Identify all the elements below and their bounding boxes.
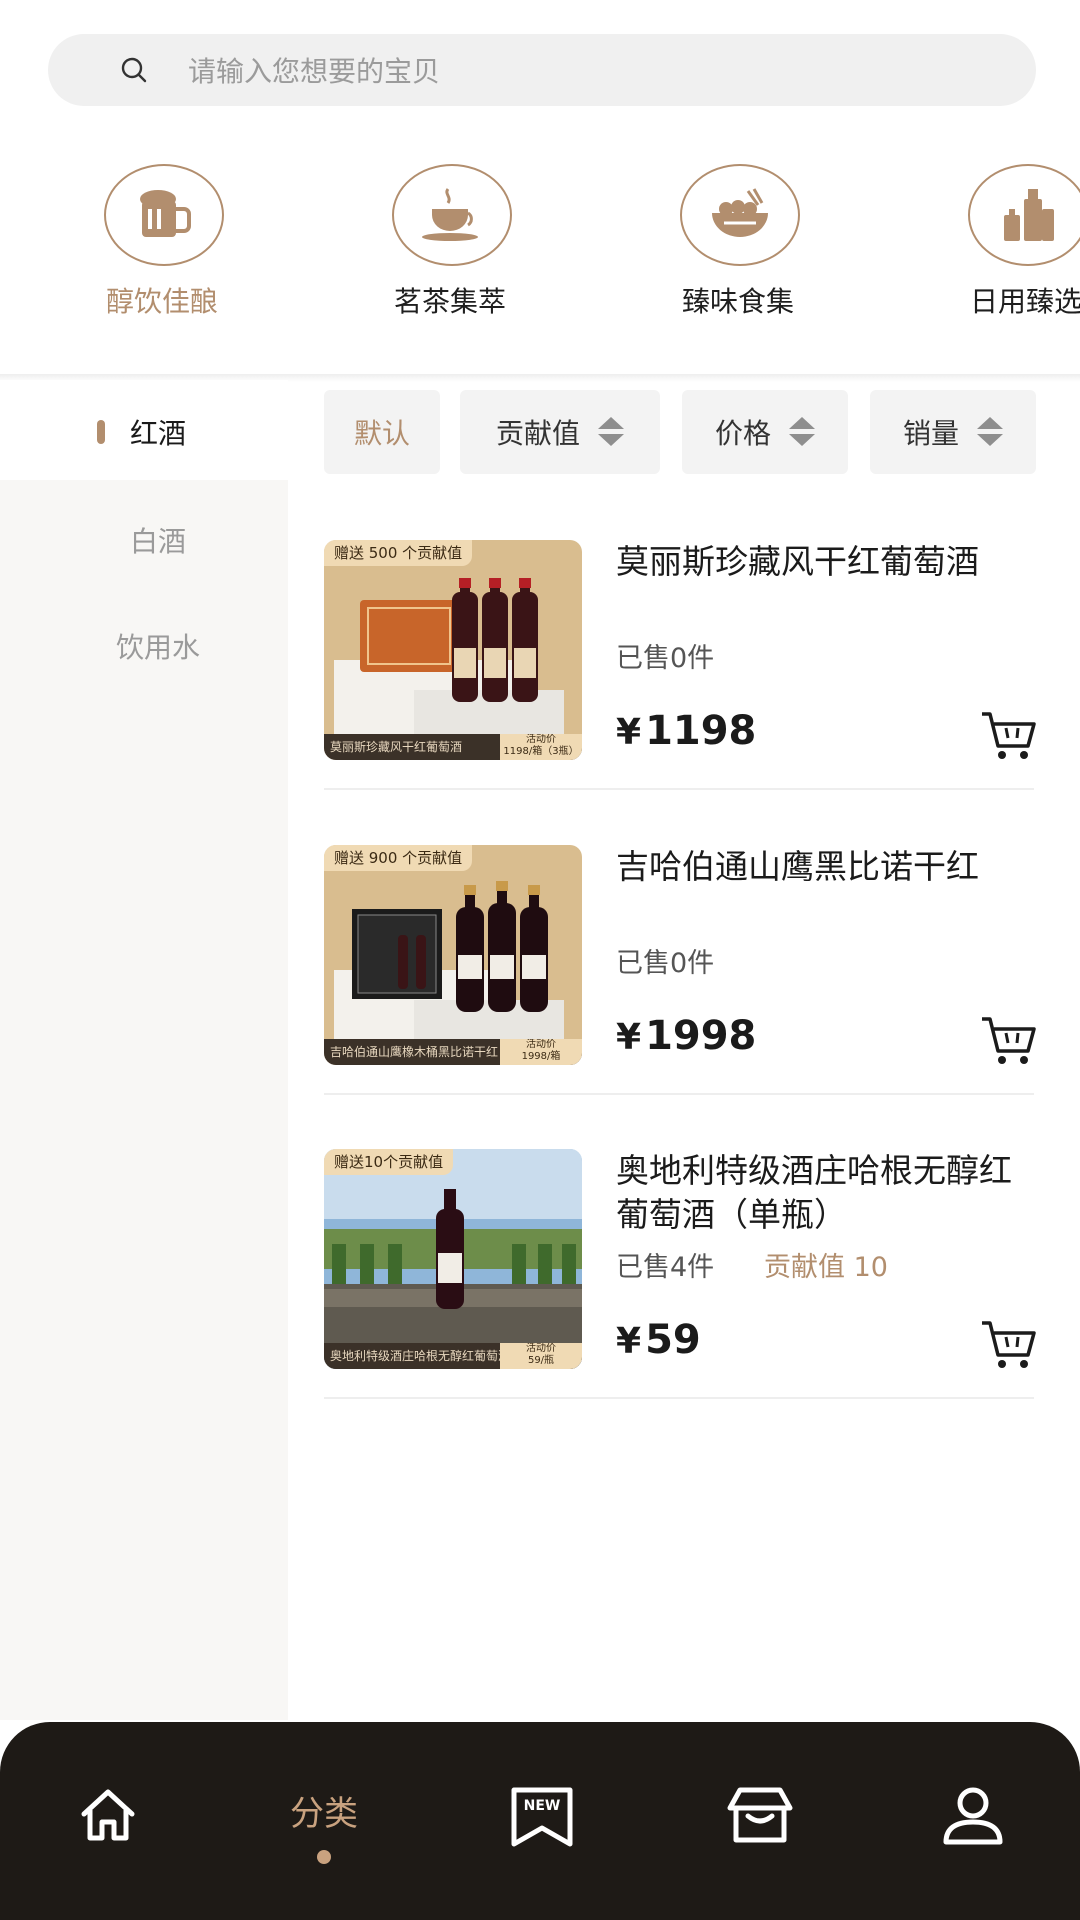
search-bar[interactable] bbox=[48, 34, 1036, 108]
nav-label: 分类 bbox=[290, 1794, 358, 1834]
sort-arrows-icon bbox=[789, 417, 815, 447]
add-to-cart-icon[interactable] bbox=[980, 710, 1036, 762]
product-price: ¥1198 bbox=[616, 708, 756, 754]
product-image[interactable]: 赠送 500 个贡献值 莫丽斯珍藏风干红葡萄酒 活动价 1198/箱（3瓶） bbox=[324, 540, 582, 760]
product-title[interactable]: 奥地利特级酒庄哈根无醇红葡萄酒（单瓶） bbox=[616, 1149, 1026, 1237]
category-row: 醇饮佳酿 茗茶集萃 臻味食集 日用臻选 bbox=[0, 160, 1080, 370]
contribution-value: 贡献值 10 bbox=[764, 1252, 888, 1283]
product-price: ¥59 bbox=[616, 1317, 701, 1363]
image-footer-name: 奥地利特级酒庄哈根无醇红葡萄酒 bbox=[330, 1349, 500, 1363]
category-food[interactable]: 臻味食集 bbox=[628, 160, 848, 330]
image-footer: 吉哈伯通山鹰橡木桶黑比诺干红 活动价 1998/箱 bbox=[324, 1039, 582, 1065]
sold-count: 已售0件 bbox=[616, 948, 715, 979]
currency-symbol: ¥ bbox=[616, 1017, 642, 1058]
price-badge: 活动价 1998/箱 bbox=[500, 1039, 582, 1065]
product-card[interactable]: 赠送 900 个贡献值 吉哈伯通山鹰橡木桶黑比诺干红 活动价 1998/箱 吉哈… bbox=[324, 845, 1036, 1105]
nav-shop[interactable] bbox=[686, 1722, 826, 1920]
bottles-icon bbox=[968, 164, 1080, 266]
product-title[interactable]: 吉哈伯通山鹰黑比诺干红 bbox=[616, 845, 1026, 889]
category-drinks[interactable]: 醇饮佳酿 bbox=[52, 160, 272, 330]
nav-profile[interactable] bbox=[902, 1722, 1042, 1920]
home-icon bbox=[81, 1789, 135, 1841]
teacup-icon bbox=[392, 164, 512, 266]
category-daily[interactable]: 日用臻选 bbox=[916, 160, 1080, 330]
sort-label: 默认 bbox=[353, 417, 410, 450]
price-badge-top: 活动价 bbox=[526, 1039, 556, 1050]
user-icon bbox=[943, 1787, 1003, 1845]
price-value: 59 bbox=[645, 1317, 701, 1363]
active-dot bbox=[317, 1850, 331, 1864]
new-badge-text: NEW bbox=[524, 1798, 561, 1814]
search-icon bbox=[121, 57, 147, 83]
category-label: 日用臻选 bbox=[969, 285, 1080, 318]
sidebar-item-label: 饮用水 bbox=[115, 631, 200, 664]
store-icon bbox=[727, 1787, 793, 1843]
image-footer-name: 莫丽斯珍藏风干红葡萄酒 bbox=[330, 740, 463, 754]
sort-price[interactable]: 价格 bbox=[682, 390, 848, 474]
sidebar-item-label: 红酒 bbox=[129, 417, 186, 450]
category-label: 臻味食集 bbox=[681, 285, 794, 318]
contribution-tag: 赠送10个贡献值 bbox=[324, 1149, 454, 1175]
contribution-tag: 赠送 500 个贡献值 bbox=[324, 540, 473, 566]
price-value: 1198 bbox=[645, 708, 757, 754]
sidebar-item-label: 白酒 bbox=[129, 525, 186, 558]
sold-count: 已售0件 bbox=[616, 643, 715, 674]
price-badge: 活动价 1198/箱（3瓶） bbox=[500, 734, 582, 760]
price-badge-bottom: 59/瓶 bbox=[527, 1355, 555, 1366]
price-badge: 活动价 59/瓶 bbox=[500, 1343, 582, 1369]
nav-home[interactable] bbox=[38, 1722, 178, 1920]
sidebar-item-red-wine[interactable]: 红酒 bbox=[0, 380, 288, 480]
sort-arrows-icon bbox=[598, 417, 624, 447]
product-title[interactable]: 莫丽斯珍藏风干红葡萄酒 bbox=[616, 540, 1026, 584]
sort-arrows-icon bbox=[977, 417, 1003, 447]
category-tea[interactable]: 茗茶集萃 bbox=[340, 160, 560, 330]
image-footer-name: 吉哈伯通山鹰橡木桶黑比诺干红 bbox=[330, 1045, 499, 1059]
price-value: 1998 bbox=[645, 1013, 757, 1059]
food-bowl-icon bbox=[680, 164, 800, 266]
product-image[interactable]: 赠送 900 个贡献值 吉哈伯通山鹰橡木桶黑比诺干红 活动价 1998/箱 bbox=[324, 845, 582, 1065]
add-to-cart-icon[interactable] bbox=[980, 1015, 1036, 1067]
sub-category-sidebar: 红酒 白酒 饮用水 bbox=[0, 380, 288, 1720]
category-label: 茗茶集萃 bbox=[393, 285, 506, 318]
sold-count: 已售4件 bbox=[616, 1252, 715, 1283]
nav-new[interactable]: NEW bbox=[470, 1722, 610, 1920]
divider bbox=[324, 788, 1034, 790]
contribution-tag: 赠送 900 个贡献值 bbox=[324, 845, 473, 871]
price-badge-top: 活动价 bbox=[526, 734, 556, 745]
sort-sales[interactable]: 销量 bbox=[870, 390, 1036, 474]
sort-default[interactable]: 默认 bbox=[324, 390, 440, 474]
sidebar-item-baijiu[interactable]: 白酒 bbox=[0, 488, 288, 588]
category-label: 醇饮佳酿 bbox=[105, 285, 218, 318]
price-badge-top: 活动价 bbox=[526, 1343, 556, 1354]
divider bbox=[324, 1397, 1034, 1399]
product-card[interactable]: 赠送10个贡献值 奥地利特级酒庄哈根无醇红葡萄酒 活动价 59/瓶 奥地利特级酒… bbox=[324, 1149, 1036, 1409]
image-footer: 奥地利特级酒庄哈根无醇红葡萄酒 活动价 59/瓶 bbox=[324, 1343, 582, 1369]
price-badge-bottom: 1198/箱（3瓶） bbox=[503, 746, 579, 757]
currency-symbol: ¥ bbox=[616, 1321, 642, 1362]
beer-mug-icon bbox=[104, 164, 224, 266]
product-price: ¥1998 bbox=[616, 1013, 756, 1059]
bottom-nav: 分类 NEW bbox=[0, 1722, 1080, 1920]
sidebar-item-water[interactable]: 饮用水 bbox=[0, 594, 288, 694]
product-image[interactable]: 赠送10个贡献值 奥地利特级酒庄哈根无醇红葡萄酒 活动价 59/瓶 bbox=[324, 1149, 582, 1369]
sort-label: 贡献值 bbox=[495, 417, 580, 450]
sort-label: 价格 bbox=[714, 417, 771, 450]
product-card[interactable]: 赠送 500 个贡献值 莫丽斯珍藏风干红葡萄酒 活动价 1198/箱（3瓶） 莫… bbox=[324, 540, 1036, 800]
divider bbox=[324, 1093, 1034, 1095]
nav-category[interactable]: 分类 bbox=[254, 1722, 394, 1920]
sort-label: 销量 bbox=[902, 417, 959, 450]
new-bookmark-icon: NEW bbox=[511, 1787, 573, 1847]
add-to-cart-icon[interactable] bbox=[980, 1319, 1036, 1371]
sort-contribution[interactable]: 贡献值 bbox=[460, 390, 660, 474]
search-input[interactable] bbox=[186, 34, 1010, 108]
price-badge-bottom: 1998/箱 bbox=[521, 1051, 561, 1062]
image-footer: 莫丽斯珍藏风干红葡萄酒 活动价 1198/箱（3瓶） bbox=[324, 734, 582, 760]
currency-symbol: ¥ bbox=[616, 712, 642, 753]
